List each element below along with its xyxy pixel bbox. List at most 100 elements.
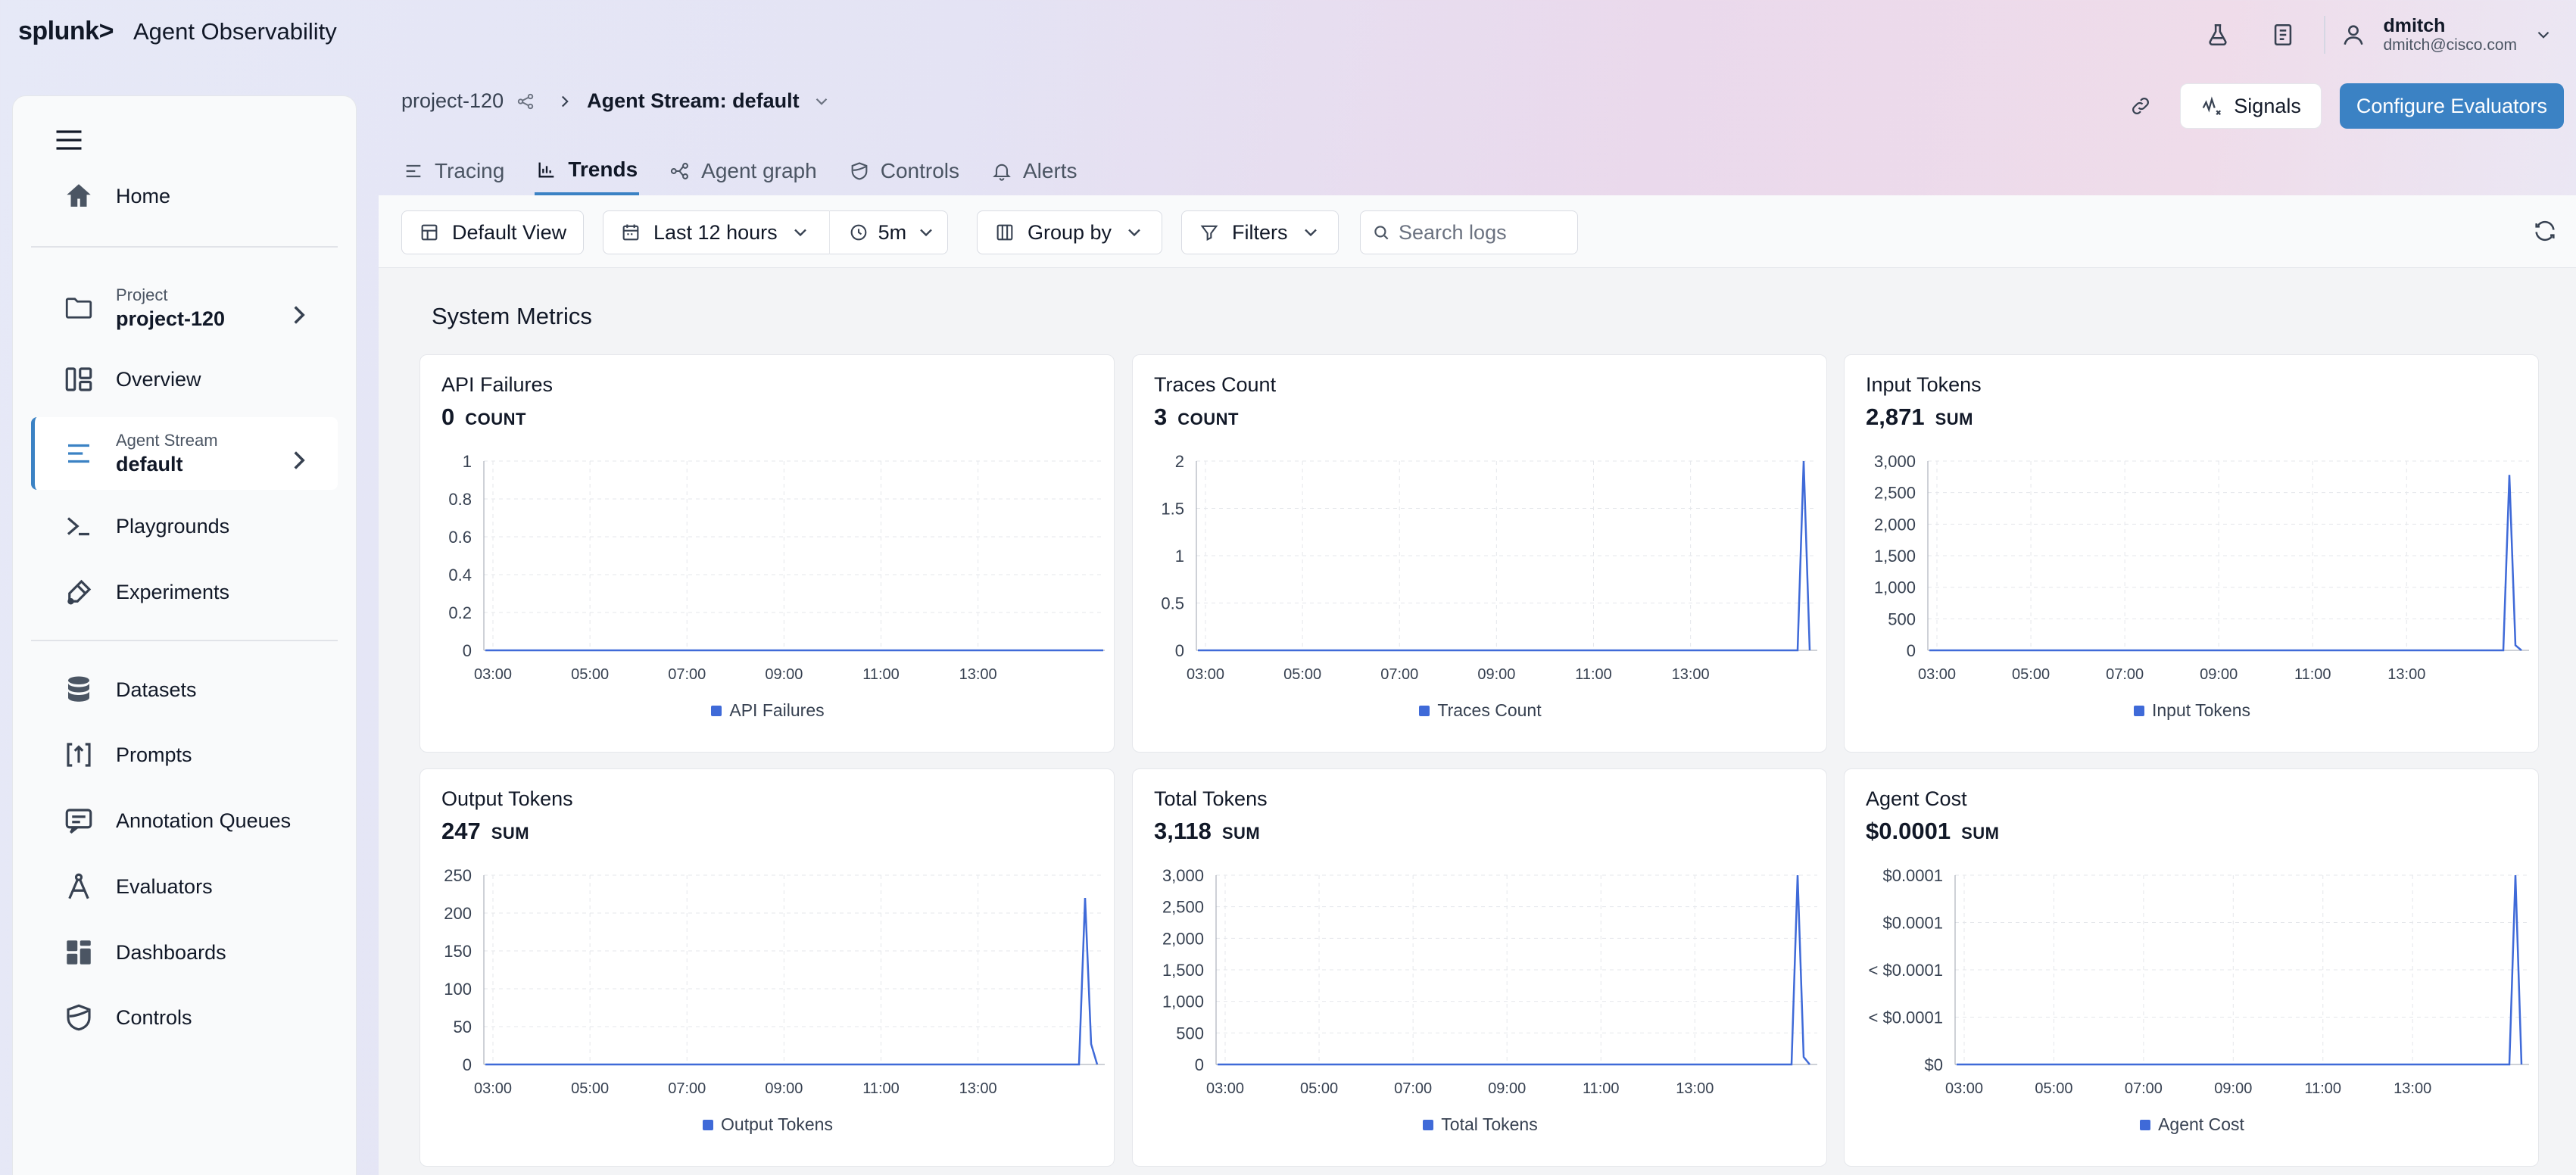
line-chart: 0 500 1,000 1,500 2,000 2,500 3,000 03:00 05:00 0… [1162, 866, 1817, 1095]
link-icon[interactable] [2119, 85, 2162, 127]
line-chart: $0 < $0.0001 < $0.0001 $0.0001 $0.0001 03:00 0… [1869, 866, 2529, 1095]
chart-legend: Output Tokens [420, 1114, 1115, 1135]
tab-tracing[interactable]: Tracing [401, 147, 506, 195]
x-tick-label: 13:00 [959, 666, 997, 681]
card-aggregation: SUM [491, 824, 530, 843]
metric-card: Total Tokens 3,118 SUM Total Tokens 0 500 1,00… [1132, 768, 1827, 1167]
tab-agent-graph[interactable]: Agent graph [668, 147, 819, 195]
sidebar-item-home[interactable]: Home [31, 167, 338, 225]
book-icon[interactable] [2260, 12, 2306, 58]
x-tick-label: 05:00 [1283, 666, 1321, 681]
sidebar-item-label: Playgrounds [116, 514, 230, 538]
sidebar-item-playgrounds[interactable]: Playgrounds [31, 497, 338, 555]
x-tick-label: 07:00 [1380, 666, 1418, 681]
default-view-button[interactable]: Default View [401, 210, 585, 254]
search-icon [1374, 226, 1389, 240]
chevron-down-icon[interactable] [812, 92, 831, 111]
toolbar-separator [828, 210, 830, 254]
y-tick-label: 50 [454, 1018, 472, 1036]
tab-alerts[interactable]: Alerts [990, 147, 1079, 195]
time-range-select[interactable]: Last 12 hours [620, 221, 811, 245]
flask-icon[interactable] [2195, 12, 2241, 58]
search-input[interactable] [1399, 220, 1565, 245]
sidebar-item-overview[interactable]: Overview [31, 351, 338, 408]
refresh-icon[interactable] [2532, 218, 2558, 244]
sidebar-divider [31, 246, 338, 248]
line-chart: 0 0.5 1 1.5 2 03:00 05:00 07:00 09:00 11:00 13:00 [1161, 452, 1817, 681]
sidebar-item-annotation-queues[interactable]: Annotation Queues [31, 792, 338, 849]
search-box [1360, 210, 1578, 254]
y-tick-label: < $0.0001 [1869, 961, 1943, 980]
x-tick-label: 11:00 [2294, 666, 2331, 681]
y-tick-label: 100 [444, 980, 472, 999]
x-tick-label: 03:00 [1918, 666, 1956, 681]
sidebar-item-label: Annotation Queues [116, 809, 292, 832]
series-line[interactable] [1929, 475, 2522, 652]
line-chart: 0 0.2 0.4 0.6 0.8 1 03:00 05:00 07:00 09:00 11:00 1… [448, 452, 1105, 681]
legend-label: Output Tokens [721, 1114, 833, 1134]
x-tick-label: 13:00 [1672, 666, 1710, 681]
legend-label: Total Tokens [1441, 1114, 1538, 1134]
section-title: System Metrics [432, 303, 592, 329]
compass-icon [68, 873, 89, 899]
metric-card: Output Tokens 247 SUM Output Tokens 0 50 100 15… [419, 768, 1115, 1167]
x-tick-label: 13:00 [959, 1080, 997, 1095]
sidebar-item-label: Controls [116, 1005, 192, 1029]
card-value: 0 COUNT [441, 404, 526, 431]
y-tick-label: 0.8 [448, 490, 472, 509]
tab-trends[interactable]: Trends [535, 147, 640, 195]
sidebar-item-label: Overview [116, 367, 201, 391]
splunk-logo[interactable]: splunk> [18, 17, 114, 46]
user-menu[interactable]: dmitch dmitch@cisco.com [2341, 15, 2553, 55]
metric-card: API Failures 0 COUNT API Failures 0 0.2 0.4 0.6… [419, 354, 1115, 753]
chevron-right-icon [562, 95, 569, 107]
configure-evaluators-button[interactable]: Configure Evaluators [2339, 83, 2564, 129]
y-tick-label: $0 [1925, 1055, 1943, 1074]
chevron-right-icon [294, 451, 305, 469]
chevron-down-icon[interactable] [2534, 25, 2553, 45]
y-tick-label: < $0.0001 [1869, 1008, 1943, 1027]
legend-swatch [703, 1119, 714, 1130]
interval-select[interactable]: 5m [848, 221, 937, 245]
signals-button[interactable]: Signals [2180, 83, 2322, 129]
x-tick-label: 11:00 [1583, 1080, 1620, 1095]
series-line[interactable] [485, 897, 1099, 1066]
sidebar: Home Project project-120 Overview Agent … [12, 95, 357, 1175]
y-tick-label: 2,000 [1874, 515, 1916, 534]
sidebar-item-agent-stream[interactable]: Agent Stream default [31, 417, 338, 490]
shield-icon [851, 162, 868, 180]
sidebar-item-experiments[interactable]: Experiments [31, 563, 338, 621]
x-tick-label: 07:00 [2106, 666, 2144, 681]
project-name: project-120 [116, 307, 226, 330]
list-icon [406, 164, 421, 178]
y-tick-label: 2,000 [1162, 929, 1204, 948]
breadcrumb-stream[interactable]: Agent Stream: default [587, 89, 800, 113]
x-tick-label: 11:00 [1575, 666, 1612, 681]
hamburger-menu-icon[interactable] [52, 123, 86, 157]
x-tick-label: 09:00 [765, 1080, 803, 1095]
tab-label: Agent graph [701, 159, 817, 182]
group-by-button[interactable]: Group by [977, 210, 1163, 254]
breadcrumb-project[interactable]: project-120 [401, 89, 504, 113]
sidebar-item-datasets[interactable]: Datasets [31, 661, 338, 718]
sidebar-item-dashboards[interactable]: Dashboards [31, 924, 338, 981]
group-by-label: Group by [1028, 220, 1112, 244]
tab-controls[interactable]: Controls [847, 147, 961, 195]
y-tick-label: 1,500 [1874, 547, 1916, 566]
top-separator [2324, 16, 2326, 54]
sidebar-item-prompts[interactable]: Prompts [31, 726, 338, 784]
x-tick-label: 07:00 [668, 666, 706, 681]
stream-icon [68, 444, 89, 463]
filters-button[interactable]: Filters [1181, 210, 1339, 254]
chart-legend: Total Tokens [1133, 1114, 1828, 1135]
top-bar: splunk> Agent Observability dmitch dmitc… [0, 0, 2576, 70]
share-icon[interactable] [516, 92, 535, 111]
dashboard-icon [67, 940, 91, 965]
sidebar-item-controls[interactable]: Controls [31, 989, 338, 1046]
sidebar-item-label: Home [116, 184, 171, 207]
time-range-group: Last 12 hours 5m [603, 210, 949, 254]
sidebar-item-project[interactable]: Project project-120 [31, 275, 338, 341]
card-aggregation: SUM [1935, 410, 1973, 429]
interval-label: 5m [878, 220, 907, 244]
sidebar-item-evaluators[interactable]: Evaluators [31, 858, 338, 915]
